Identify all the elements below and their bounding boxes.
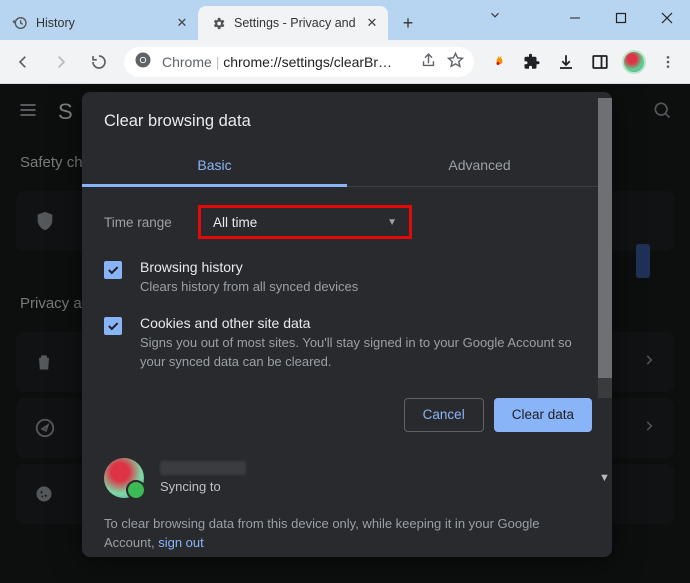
- option-title: Cookies and other site data: [140, 315, 590, 331]
- gear-icon: [210, 15, 226, 31]
- sync-label: Syncing to: [160, 479, 221, 494]
- extension-flame-icon[interactable]: [482, 46, 514, 78]
- clear-data-button[interactable]: Clear data: [494, 398, 592, 432]
- reload-button[interactable]: [82, 45, 116, 79]
- history-icon: [12, 15, 28, 31]
- clear-browsing-data-dialog: ▼ Clear browsing data Basic Advanced Tim…: [82, 92, 612, 557]
- address-text: Chrome | chrome://settings/clearBr…: [162, 54, 410, 70]
- window-controls: [552, 0, 690, 36]
- scroll-down-icon[interactable]: ▼: [599, 472, 610, 484]
- checkbox-checked[interactable]: [104, 261, 122, 279]
- option-subtitle: Signs you out of most sites. You'll stay…: [140, 334, 590, 372]
- settings-page: S Safety ch Privacy a ▼ Clear browsing d…: [0, 84, 690, 583]
- sync-text: Syncing to: [160, 461, 246, 494]
- tab-title: Settings - Privacy and: [234, 16, 356, 30]
- share-icon[interactable]: [420, 52, 437, 72]
- option-title: Browsing history: [140, 259, 358, 275]
- profile-avatar[interactable]: [618, 46, 650, 78]
- close-icon[interactable]: ✕: [174, 15, 190, 31]
- dialog-tabs: Basic Advanced: [82, 143, 612, 187]
- cancel-button[interactable]: Cancel: [404, 398, 484, 432]
- browser-toolbar: Chrome | chrome://settings/clearBr…: [0, 40, 690, 84]
- time-range-value: All time: [213, 215, 257, 230]
- tab-search-button[interactable]: [488, 8, 502, 27]
- tab-title: History: [36, 16, 166, 30]
- maximize-button[interactable]: [598, 0, 644, 36]
- tab-basic[interactable]: Basic: [82, 143, 347, 186]
- sidepanel-icon[interactable]: [584, 46, 616, 78]
- address-bar[interactable]: Chrome | chrome://settings/clearBr…: [124, 47, 474, 77]
- extensions-icon[interactable]: [516, 46, 548, 78]
- option-cookies[interactable]: Cookies and other site data Signs you ou…: [82, 299, 612, 374]
- close-button[interactable]: [644, 0, 690, 36]
- forward-button[interactable]: [44, 45, 78, 79]
- sync-account-row[interactable]: Syncing to: [82, 446, 612, 500]
- toolbar-extensions: [482, 46, 684, 78]
- dialog-footer: Cancel Clear data: [82, 374, 612, 446]
- avatar: [104, 458, 144, 498]
- time-range-row: Time range All time ▼: [82, 187, 612, 243]
- option-browsing-history[interactable]: Browsing history Clears history from all…: [82, 243, 612, 299]
- time-range-label: Time range: [104, 215, 184, 230]
- tab-history[interactable]: History ✕: [0, 6, 198, 40]
- sign-out-link[interactable]: sign out: [158, 535, 204, 550]
- close-icon[interactable]: ✕: [364, 15, 380, 31]
- new-tab-button[interactable]: +: [394, 9, 422, 37]
- redacted-name: [160, 461, 246, 475]
- minimize-button[interactable]: [552, 0, 598, 36]
- menu-button[interactable]: [652, 46, 684, 78]
- option-subtitle: Clears history from all synced devices: [140, 278, 358, 297]
- bookmark-icon[interactable]: [447, 52, 464, 72]
- checkbox-checked[interactable]: [104, 317, 122, 335]
- downloads-icon[interactable]: [550, 46, 582, 78]
- tab-advanced[interactable]: Advanced: [347, 143, 612, 186]
- chevron-down-icon: ▼: [387, 217, 397, 228]
- chrome-icon: [134, 51, 152, 72]
- time-range-select[interactable]: All time ▼: [198, 205, 412, 239]
- dialog-title: Clear browsing data: [82, 92, 612, 143]
- scrollbar-thumb[interactable]: [598, 98, 612, 378]
- browser-tabstrip: History ✕ Settings - Privacy and ✕ +: [0, 0, 690, 40]
- tab-settings[interactable]: Settings - Privacy and ✕: [198, 6, 388, 40]
- footnote: To clear browsing data from this device …: [82, 500, 612, 557]
- back-button[interactable]: [6, 45, 40, 79]
